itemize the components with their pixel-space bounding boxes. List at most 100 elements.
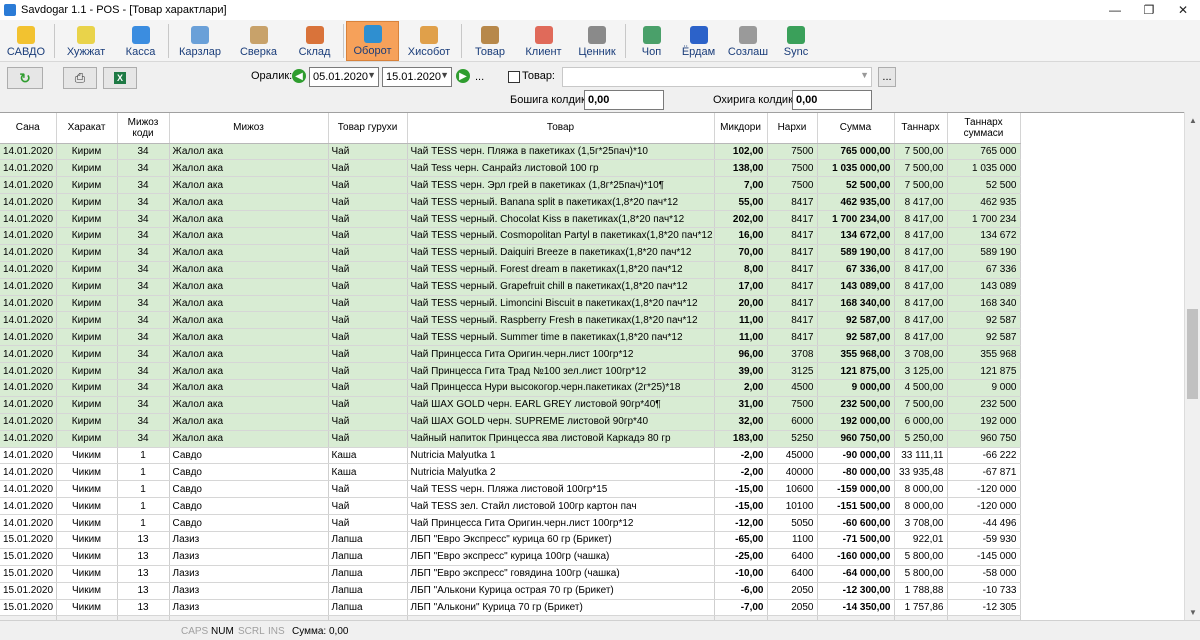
more-periods-link[interactable]: ...: [475, 71, 484, 83]
end-balance-field[interactable]: 0,00: [792, 90, 872, 110]
table-cell: 40000: [767, 463, 818, 482]
table-cell: -59 930: [947, 531, 1021, 549]
product-browse-button[interactable]: ...: [878, 67, 896, 87]
toolbar-button-5[interactable]: Склад: [288, 21, 341, 61]
table-row[interactable]: 14.01.2020 Кирим 34 Жалол ака Чай Чай TESS че…: [0, 227, 1021, 245]
table-row[interactable]: 14.01.2020 Кирим 34 Жалол ака Чай Чай TESS че…: [0, 176, 1021, 195]
refresh-button[interactable]: ↻: [7, 67, 43, 89]
excel-export-button[interactable]: X: [103, 67, 137, 89]
toolbar-button-2[interactable]: Касса: [115, 21, 166, 61]
table-row[interactable]: 14.01.2020 Кирим 34 Жалол ака Чай Чай Принцес…: [0, 345, 1021, 364]
table-row[interactable]: 14.01.2020 Кирим 34 Жалол ака Чай Чай Принцес…: [0, 379, 1021, 397]
table-row[interactable]: 14.01.2020 Чиким 1 Савдо Чай Чай TESS зел. Ст…: [0, 497, 1021, 516]
table-cell: Кирим: [56, 430, 118, 448]
column-header[interactable]: Товар: [407, 113, 715, 144]
prev-period-arrow[interactable]: ◀: [292, 69, 306, 83]
toolbar-button-0[interactable]: САВДО: [0, 21, 52, 61]
table-cell: Чай TESS зел. Стайл листовой 100гр карто…: [407, 497, 715, 516]
table-cell: 121 875: [947, 362, 1021, 380]
toolbar-button-9[interactable]: Клиент: [516, 21, 571, 61]
product-select[interactable]: ▼: [562, 67, 872, 87]
table-row[interactable]: 14.01.2020 Кирим 34 Жалол ака Чай Чай TESS че…: [0, 328, 1021, 347]
table-cell: Кирим: [56, 244, 118, 262]
table-row[interactable]: 14.01.2020 Кирим 34 Жалол ака Чай Чай TESS че…: [0, 295, 1021, 313]
table-row[interactable]: 15.01.2020 Чиким 13 Лазиз Лапша ЛБП "Алькони …: [0, 582, 1021, 600]
table-row[interactable]: 15.01.2020 Чиким 13 Лазиз Лапша ЛБП "Евро экс…: [0, 565, 1021, 583]
table-row[interactable]: 14.01.2020 Кирим 34 Жалол ака Чай Чай TESS че…: [0, 143, 1021, 161]
toolbar-button-10[interactable]: Ценник: [571, 21, 623, 61]
table-cell: Савдо: [169, 447, 329, 465]
table-cell: 45000: [767, 447, 818, 465]
table-cell: 20,00: [714, 295, 768, 313]
column-header[interactable]: Сана: [0, 113, 57, 144]
next-period-arrow[interactable]: ▶: [456, 69, 470, 83]
toolbar-button-1[interactable]: Хужжат: [57, 21, 115, 61]
table-cell: 14.01.2020: [0, 514, 57, 532]
column-header[interactable]: Микдори: [714, 113, 768, 144]
vertical-scrollbar[interactable]: ▲ ▼: [1184, 112, 1200, 620]
table-row[interactable]: 14.01.2020 Кирим 34 Жалол ака Чай Чай TESS че…: [0, 278, 1021, 296]
table-cell: -12 300,00: [817, 582, 895, 600]
table-row[interactable]: 14.01.2020 Кирим 34 Жалол ака Чай Чай Принцес…: [0, 362, 1021, 380]
table-row[interactable]: 14.01.2020 Кирим 34 Жалол ака Чай Чай TESS че…: [0, 244, 1021, 262]
toolbar-button-12[interactable]: Ёрдам: [675, 21, 722, 61]
minimize-button[interactable]: —: [1098, 0, 1132, 20]
column-header[interactable]: Мижоз: [169, 113, 329, 144]
table-cell: Чиким: [56, 548, 118, 566]
table-cell: -60 600,00: [817, 514, 895, 532]
column-header[interactable]: Сумма: [817, 113, 895, 144]
table-row[interactable]: 14.01.2020 Чиким 1 Савдо Каша Nutricia Malyut…: [0, 447, 1021, 465]
table-row[interactable]: 14.01.2020 Кирим 34 Жалол ака Чай Чай TESS че…: [0, 193, 1021, 212]
toolbar-button-14[interactable]: Sync: [774, 21, 818, 61]
restore-button[interactable]: ❐: [1132, 0, 1166, 20]
toolbar-button-13[interactable]: Созлаш: [722, 21, 774, 61]
table-row[interactable]: 14.01.2020 Чиким 1 Савдо Чай Чай Принцесса Ги…: [0, 514, 1021, 532]
table-row[interactable]: 14.01.2020 Кирим 34 Жалол ака Чай Чайный напи…: [0, 430, 1021, 448]
table-row[interactable]: 14.01.2020 Кирим 34 Жалол ака Чай Чай TESS че…: [0, 261, 1021, 279]
movements-grid[interactable]: Сана Харакат Мижоз коди Мижоз Товар гурухи То…: [0, 112, 1184, 620]
table-row[interactable]: 14.01.2020 Кирим 34 Жалол ака Чай Чай TESS че…: [0, 210, 1021, 228]
toolbar-button-4[interactable]: Сверка: [229, 21, 288, 61]
scroll-thumb[interactable]: [1187, 309, 1198, 399]
table-row[interactable]: 14.01.2020 Кирим 34 Жалол ака Чай Чай Tess че…: [0, 159, 1021, 178]
table-cell: 11,00: [714, 328, 768, 347]
column-header[interactable]: Таннарх: [894, 113, 948, 144]
toolbar-button-6[interactable]: Оборот: [346, 21, 399, 61]
start-balance-field[interactable]: 0,00: [584, 90, 664, 110]
table-row[interactable]: 14.01.2020 Чиким 1 Савдо Чай Чай TESS черн. П…: [0, 480, 1021, 499]
table-row[interactable]: 15.01.2020 Чиким 13 Лазиз Лапша ЛБП "Алькони"…: [0, 599, 1021, 617]
column-header[interactable]: Нархи: [767, 113, 818, 144]
product-filter-checkbox[interactable]: [508, 71, 520, 83]
table-cell: 34: [117, 278, 170, 296]
table-cell: 2050: [767, 599, 818, 617]
table-cell: 34: [117, 176, 170, 195]
toolbar-button-3[interactable]: Карзлар: [171, 21, 229, 61]
print-button[interactable]: ⎙: [63, 67, 97, 89]
table-row[interactable]: 14.01.2020 Кирим 34 Жалол ака Чай Чай ШАХ GOL…: [0, 396, 1021, 414]
column-header[interactable]: Мижоз коди: [117, 113, 170, 144]
table-cell: 589 190: [947, 244, 1021, 262]
table-row[interactable]: 14.01.2020 Кирим 34 Жалол ака Чай Чай TESS че…: [0, 311, 1021, 330]
table-cell: 4500: [767, 379, 818, 397]
table-cell: 3708: [767, 345, 818, 364]
toolbar-button-label: Хужжат: [66, 46, 106, 58]
table-row[interactable]: 14.01.2020 Чиким 1 Савдо Каша Nutricia Malyut…: [0, 463, 1021, 482]
close-button[interactable]: ✕: [1166, 0, 1200, 20]
table-row[interactable]: 14.01.2020 Кирим 34 Жалол ака Чай Чай ШАХ GOL…: [0, 413, 1021, 431]
scroll-up-icon[interactable]: ▲: [1185, 112, 1200, 128]
table-cell: 52 500,00: [817, 176, 895, 195]
column-header[interactable]: Товар гурухи: [328, 113, 408, 144]
table-row[interactable]: 15.01.2020 Чиким 13 Лазиз Лапша ЛБП "Евро Экс…: [0, 531, 1021, 549]
table-row[interactable]: 15.01.2020 Чиким 13 Лазиз Лапша ЛБП "Евро экс…: [0, 548, 1021, 566]
date-to-picker[interactable]: 15.01.2020 ▼: [382, 67, 452, 87]
toolbar-button-11[interactable]: Чоп: [628, 21, 675, 61]
toolbar-button-7[interactable]: Хисобот: [399, 21, 459, 61]
column-header[interactable]: Таннарх суммаси: [947, 113, 1021, 144]
toolbar-button-8[interactable]: Товар: [464, 21, 516, 61]
table-cell: 8 000,00: [894, 497, 948, 516]
scroll-down-icon[interactable]: ▼: [1185, 604, 1200, 620]
date-from-picker[interactable]: 05.01.2020 ▼: [309, 67, 379, 87]
table-cell: -65,00: [714, 531, 768, 549]
column-header[interactable]: Харакат: [56, 113, 118, 144]
table-cell: 232 500: [947, 396, 1021, 414]
